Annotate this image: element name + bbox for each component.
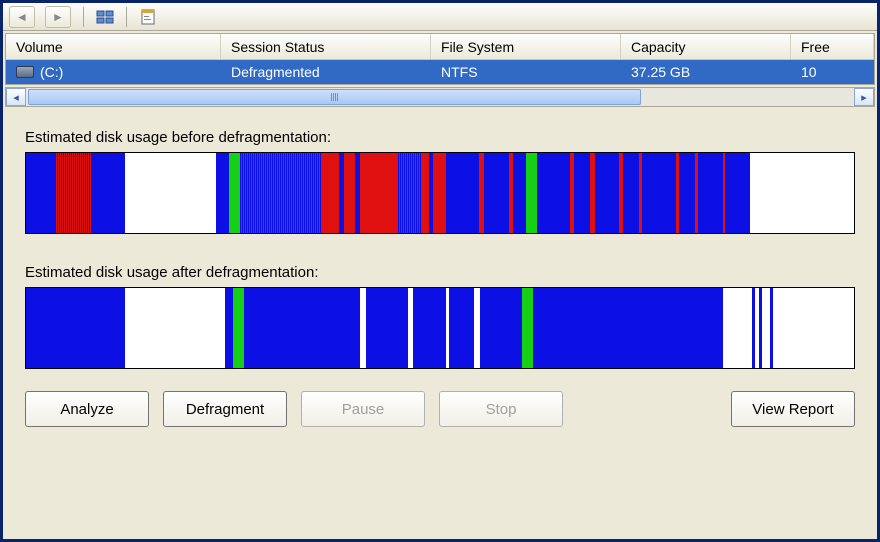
frag-segment-white — [750, 153, 825, 233]
cell-volume: (C:) — [6, 62, 221, 82]
volume-list: Volume Session Status File System Capaci… — [5, 33, 875, 85]
frag-segment-blue — [449, 288, 474, 368]
frag-segment-red — [344, 153, 356, 233]
frag-segment-blue — [225, 288, 233, 368]
frag-segment-green — [522, 288, 533, 368]
toolbar: ◄ ► — [3, 3, 877, 31]
col-file-system[interactable]: File System — [431, 34, 621, 59]
toolbar-divider — [83, 7, 84, 27]
toolbar-icon-1[interactable] — [96, 8, 114, 26]
cell-filesystem: NTFS — [431, 62, 621, 82]
volume-row[interactable]: (C:) Defragmented NTFS 37.25 GB 10 — [6, 60, 874, 84]
frag-segment-red — [422, 153, 429, 233]
scroll-right-button[interactable]: ▸ — [854, 88, 874, 106]
analyze-button[interactable]: Analyze — [25, 391, 149, 427]
frag-segment-red — [360, 153, 397, 233]
frag-segment-white — [723, 288, 752, 368]
frag-segment-blue — [26, 288, 125, 368]
frag-segment-blue — [679, 153, 696, 233]
frag-segment-blue — [574, 153, 591, 233]
frag-segment-blue — [484, 153, 509, 233]
frag-segment-white — [762, 288, 770, 368]
col-session-status[interactable]: Session Status — [221, 34, 431, 59]
cell-capacity: 37.25 GB — [621, 62, 791, 82]
frag-segment-blue — [513, 153, 525, 233]
frag-segment-blue — [413, 288, 446, 368]
drive-icon — [16, 66, 34, 78]
col-free[interactable]: Free — [791, 34, 874, 59]
forward-button[interactable]: ► — [45, 6, 71, 28]
toolbar-divider — [126, 7, 127, 27]
frag-segment-white — [125, 288, 224, 368]
frag-segment-blue — [533, 288, 723, 368]
after-label: Estimated disk usage after defragmentati… — [25, 264, 855, 281]
frag-segment-white — [773, 288, 848, 368]
button-row: Analyze Defragment Pause Stop View Repor… — [25, 391, 855, 427]
frag-segment-white — [125, 153, 216, 233]
col-capacity[interactable]: Capacity — [621, 34, 791, 59]
frag-segment-purple — [55, 153, 92, 233]
frag-segment-blue — [244, 288, 360, 368]
defragment-button[interactable]: Defragment — [163, 391, 287, 427]
frag-segment-green — [233, 288, 244, 368]
frag-segment-green — [229, 153, 240, 233]
fragmentation-bar-after — [25, 287, 855, 369]
frag-segment-blue — [480, 288, 521, 368]
col-volume[interactable]: Volume — [6, 34, 221, 59]
frag-segment-purple — [240, 153, 323, 233]
toolbar-icon-2[interactable] — [139, 8, 157, 26]
frag-segment-blue — [698, 153, 723, 233]
volume-name: (C:) — [40, 64, 63, 80]
column-headers: Volume Session Status File System Capaci… — [6, 34, 874, 60]
defrag-window: ◄ ► Volume Session Status File System Ca… — [0, 0, 880, 542]
frag-segment-blue — [216, 153, 228, 233]
frag-segment-blue — [92, 153, 125, 233]
scroll-track[interactable] — [26, 88, 854, 106]
frag-segment-blue — [725, 153, 750, 233]
frag-segment-blue — [642, 153, 675, 233]
cell-status: Defragmented — [221, 62, 431, 82]
frag-segment-green — [526, 153, 537, 233]
back-button[interactable]: ◄ — [9, 6, 35, 28]
frag-segment-red — [433, 153, 445, 233]
scroll-thumb[interactable] — [28, 89, 641, 105]
frag-segment-purple — [398, 153, 423, 233]
frag-segment-red — [322, 153, 339, 233]
cell-free: 10 — [791, 62, 874, 82]
frag-segment-white — [360, 288, 367, 368]
frag-segment-blue — [595, 153, 620, 233]
pause-button: Pause — [301, 391, 425, 427]
scroll-left-button[interactable]: ◂ — [6, 88, 26, 106]
frag-segment-blue — [537, 153, 570, 233]
frag-segment-blue — [26, 153, 55, 233]
frag-segment-blue — [623, 153, 640, 233]
frag-segment-white — [474, 288, 481, 368]
frag-segment-blue — [366, 288, 407, 368]
content-area: Estimated disk usage before defragmentat… — [3, 109, 877, 539]
frag-segment-blue — [446, 153, 479, 233]
before-label: Estimated disk usage before defragmentat… — [25, 129, 855, 146]
stop-button: Stop — [439, 391, 563, 427]
view-report-button[interactable]: View Report — [731, 391, 855, 427]
horizontal-scrollbar[interactable]: ◂ ▸ — [5, 87, 875, 107]
fragmentation-bar-before — [25, 152, 855, 234]
